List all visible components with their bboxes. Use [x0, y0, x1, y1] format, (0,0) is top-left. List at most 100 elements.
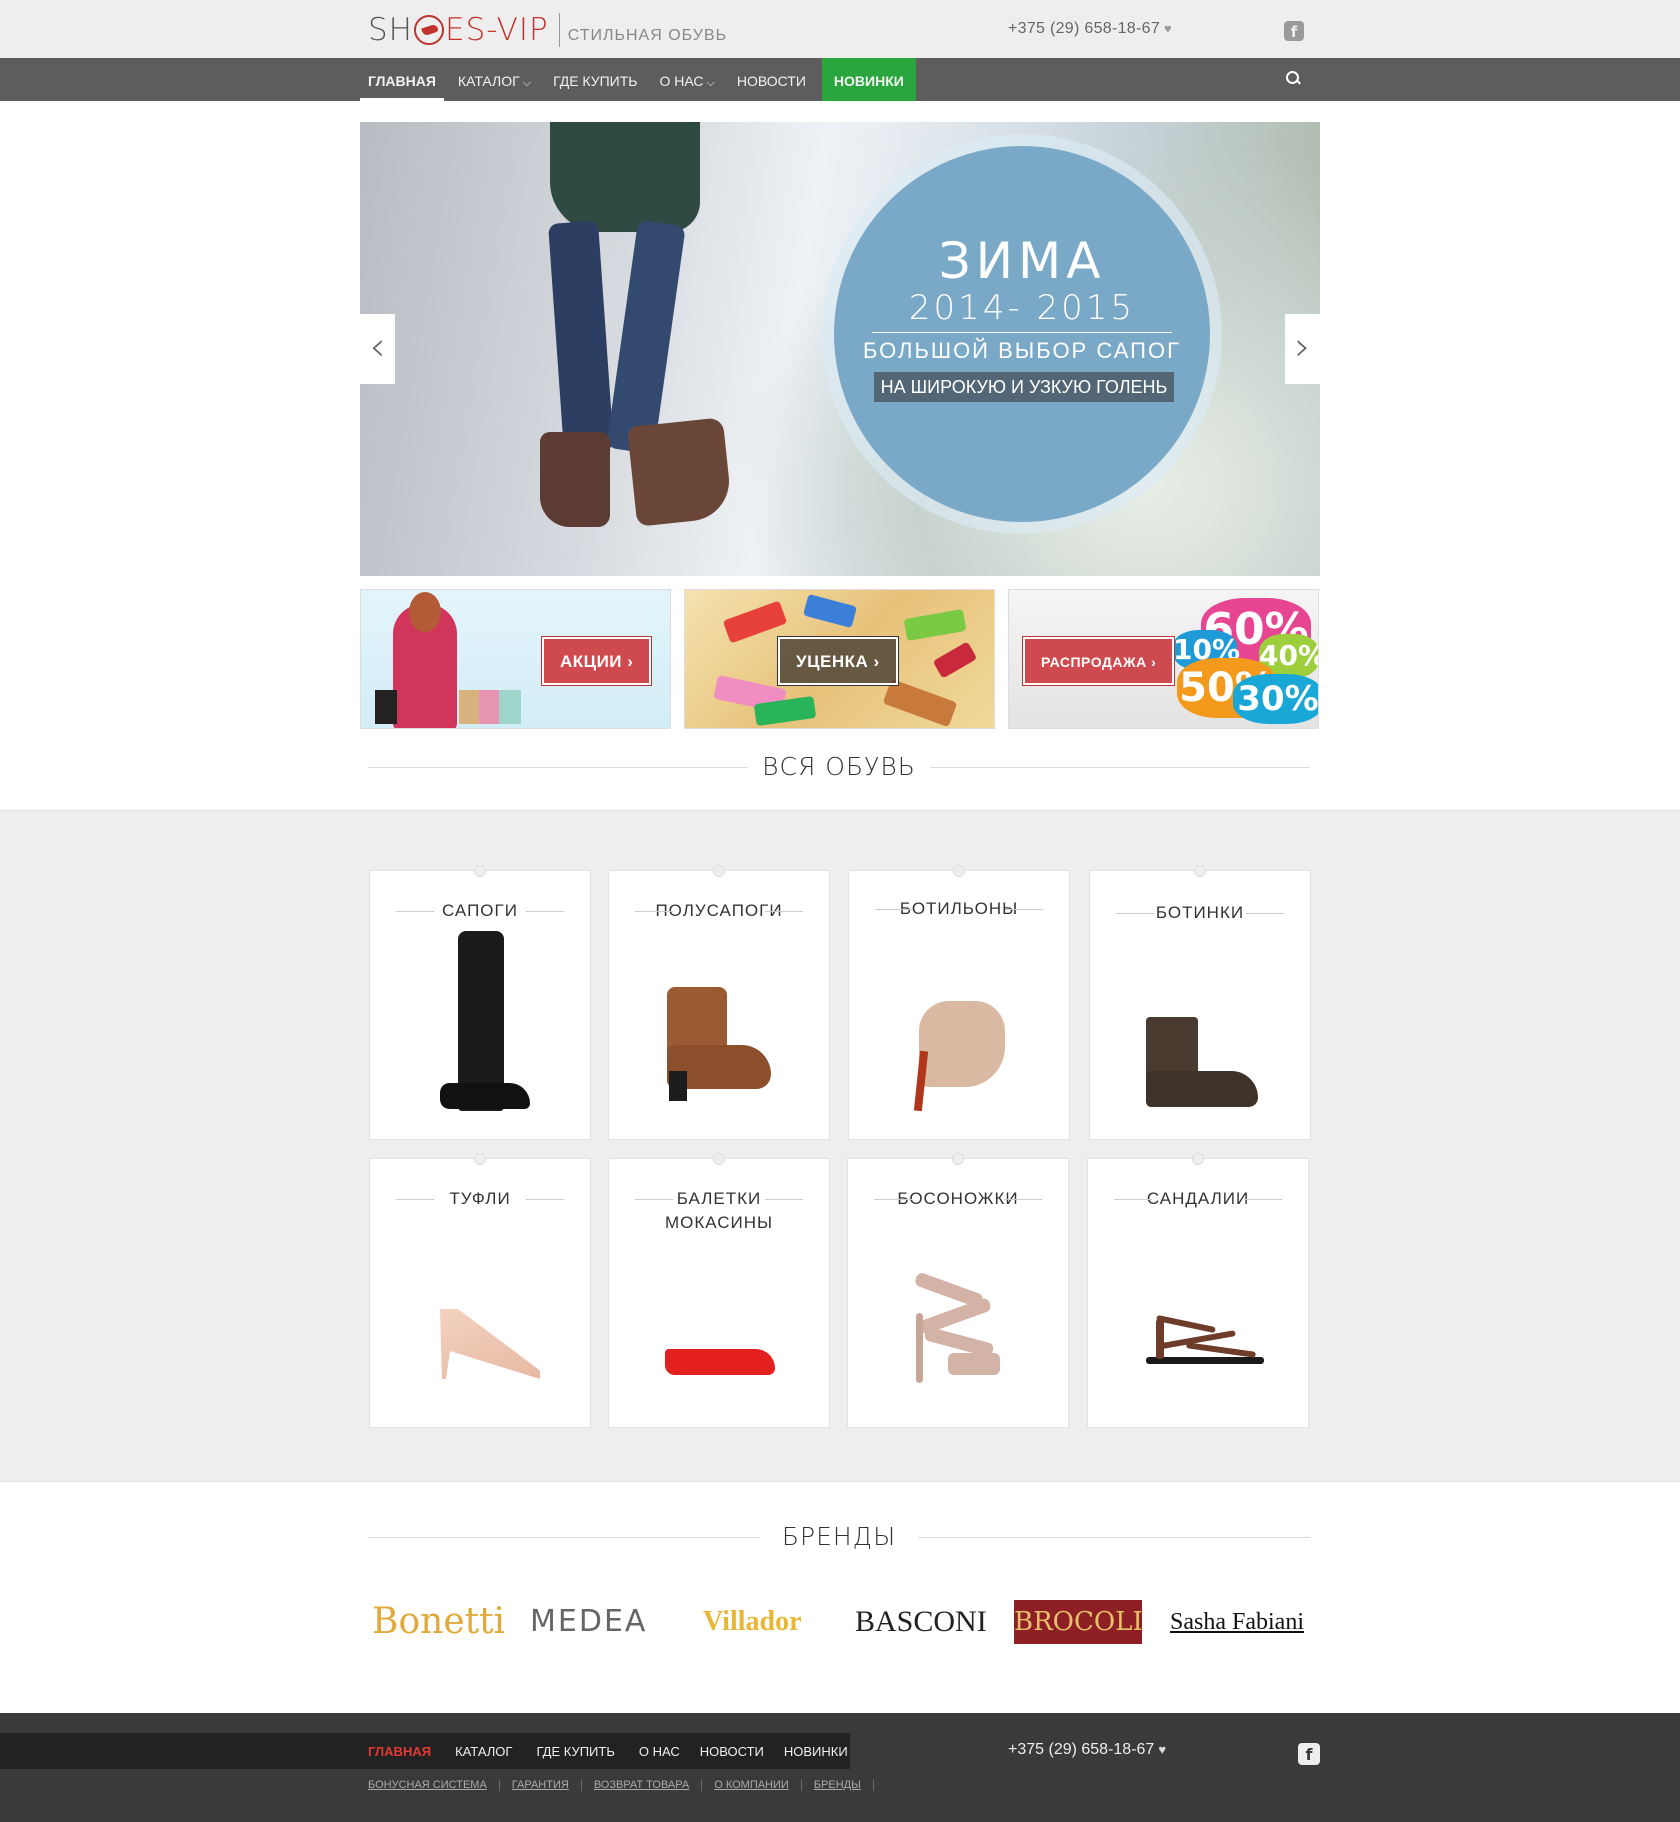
category-card-sandals[interactable]: САНДАЛИИ [1087, 1153, 1309, 1428]
header-phone[interactable]: +375 (29) 658-18-67 ♥ [1008, 20, 1172, 38]
shoe-image [932, 641, 978, 679]
card-pin [952, 1153, 964, 1165]
nav-item-about[interactable]: О НАС ⌵ [652, 58, 723, 101]
category-title: ПОЛУСАПОГИ [609, 899, 829, 923]
category-card-lace-up-boots[interactable]: БОТИНКИ [1089, 865, 1311, 1140]
hero-subtitle: БОЛЬШОЙ ВЫБОР САПОГ [862, 338, 1182, 363]
card-pin [1192, 1153, 1204, 1165]
promo-banner-clearance[interactable]: 60% 40% 10% 50% 30% РАСПРОДАЖА › [1008, 589, 1319, 729]
link-divider [872, 1779, 874, 1791]
category-title: БОТИЛЬОНЫ [849, 897, 1069, 921]
main-nav-bar: ГЛАВНАЯ КАТАЛОГ ⌵ ГДЕ КУПИТЬ О НАС ⌵ НОВОС… [0, 58, 1680, 101]
heeled-sandal-image [904, 1271, 1002, 1383]
category-title: ТУФЛИ [370, 1187, 590, 1211]
category-title: БОСОНОЖКИ [848, 1187, 1068, 1211]
footer-nav-catalog[interactable]: КАТАЛОГ [455, 1744, 512, 1759]
promo-clearance-button[interactable]: РАСПРОДАЖА › [1021, 636, 1176, 686]
nav-item-news[interactable]: НОВОСТИ [729, 58, 814, 101]
footer-sub-nav: БОНУСНАЯ СИСТЕМА ГАРАНТИЯ ВОЗВРАТ ТОВАРА… [368, 1779, 886, 1791]
heart-icon: ♥ [1164, 21, 1173, 36]
facebook-icon[interactable]: f [1284, 21, 1304, 41]
footer-link-returns[interactable]: ВОЗВРАТ ТОВАРА [594, 1779, 689, 1791]
chevron-down-icon: ⌵ [522, 77, 532, 89]
shopping-bag-image [479, 690, 501, 724]
footer-nav-about[interactable]: О НАС [639, 1744, 680, 1759]
footer-nav-home[interactable]: ГЛАВНАЯ [368, 1744, 431, 1759]
footer: ГЛАВНАЯ КАТАЛОГ ГДЕ КУПИТЬ О НАС НОВОСТИ… [0, 1713, 1680, 1822]
pump-image [440, 1309, 540, 1379]
hero-boot-image [540, 432, 610, 527]
shopping-bag-image [499, 690, 521, 724]
category-card-flats[interactable]: БАЛЕТКИ МОКАСИНЫ [608, 1153, 830, 1428]
nav-item-catalog-label: КАТАЛОГ [457, 73, 520, 89]
brand-logo-sasha-fabiani[interactable]: Sasha Fabiani [1170, 1600, 1304, 1644]
brand-logo-villador[interactable]: Villador [703, 1600, 802, 1644]
slider-prev-button[interactable]: ‹ [360, 314, 395, 384]
shopping-bag-image [375, 690, 397, 724]
brand-logo-basconi[interactable]: BASCONI [855, 1600, 987, 1644]
hero-boot-image [627, 417, 733, 527]
card-pin [1194, 865, 1206, 877]
brand-logo-medea[interactable]: MEDEA [530, 1600, 647, 1644]
nav-item-home[interactable]: ГЛАВНАЯ [360, 58, 444, 101]
promo-sales-button[interactable]: АКЦИИ › [540, 636, 653, 686]
hero-divider [872, 332, 1172, 333]
logo-text-right: ES-VIP [445, 12, 549, 48]
ankle-boot-image [669, 1071, 687, 1101]
category-card-heeled-sandals[interactable]: БОСОНОЖКИ [847, 1153, 1069, 1428]
footer-link-warranty[interactable]: ГАРАНТИЯ [512, 1779, 569, 1791]
hero-coat-image [550, 122, 700, 232]
hero-leg-image [548, 220, 614, 454]
slider-next-button[interactable]: › [1285, 314, 1320, 384]
tall-boot-image [440, 1083, 530, 1109]
nav-item-where-to-buy[interactable]: ГДЕ КУПИТЬ [545, 58, 645, 101]
nav-item-catalog[interactable]: КАТАЛОГ ⌵ [450, 58, 539, 101]
category-title: БАЛЕТКИ МОКАСИНЫ [609, 1187, 829, 1235]
all-shoes-heading: ВСЯ ОБУВЬ [368, 752, 1310, 782]
brand-logo-brocoli[interactable]: BROCOLI [1014, 1600, 1143, 1644]
category-card-pumps[interactable]: ТУФЛИ [369, 1153, 591, 1428]
card-pin [713, 865, 725, 877]
chevron-down-icon: ⌵ [706, 77, 715, 89]
footer-phone-number[interactable]: +375 (29) 658-18-67 [1008, 1741, 1154, 1758]
brand-logo-bonetti[interactable]: Bonetti [372, 1600, 505, 1644]
hero-circle [834, 146, 1210, 522]
link-divider [580, 1779, 582, 1791]
shoe-image [903, 608, 967, 642]
site-logo[interactable]: SH ES-VIP СТИЛЬНАЯ ОБУВЬ [368, 10, 727, 50]
footer-phone[interactable]: +375 (29) 658-18-67 ♥ [1008, 1741, 1166, 1759]
nav-item-about-label: О НАС [659, 73, 704, 89]
category-card-ankle-boots[interactable]: ПОЛУСАПОГИ [608, 865, 830, 1140]
brands-heading: БРЕНДЫ [368, 1522, 1310, 1552]
card-pin [474, 1153, 486, 1165]
footer-nav-where-to-buy[interactable]: ГДЕ КУПИТЬ [536, 1744, 614, 1759]
hero-slider[interactable]: ЗИМА 2014- 2015 БОЛЬШОЙ ВЫБОР САПОГ НА Ш… [360, 122, 1320, 576]
category-card-booties[interactable]: БОТИЛЬОНЫ [848, 865, 1070, 1140]
shoe-image [803, 593, 857, 629]
search-icon[interactable] [1286, 71, 1300, 85]
promo-banner-markdown[interactable]: УЦЕНКА › [684, 589, 995, 729]
heart-icon: ♥ [1158, 1742, 1167, 1757]
facebook-icon[interactable]: f [1298, 1743, 1320, 1765]
categories-section [0, 810, 1680, 1482]
header-phone-number[interactable]: +375 (29) 658-18-67 [1008, 20, 1160, 37]
category-title: САПОГИ [370, 899, 590, 923]
logo-text-left: SH [368, 12, 413, 48]
category-card-boots[interactable]: САПОГИ [369, 865, 591, 1140]
top-bar: SH ES-VIP СТИЛЬНАЯ ОБУВЬ +375 (29) 658-1… [0, 0, 1680, 58]
footer-link-bonus[interactable]: БОНУСНАЯ СИСТЕМА [368, 1779, 487, 1791]
promo-banner-sales[interactable]: АКЦИИ › [360, 589, 671, 729]
shopping-bag-image [459, 690, 481, 724]
hero-years: 2014- 2015 [908, 288, 1136, 328]
footer-nav-news[interactable]: НОВОСТИ [700, 1744, 764, 1759]
footer-link-company[interactable]: О КОМПАНИИ [714, 1779, 789, 1791]
nav-item-new-arrivals[interactable]: НОВИНКИ [821, 58, 916, 101]
footer-nav-new-arrivals[interactable]: НОВИНКИ [784, 1744, 848, 1759]
link-divider [800, 1779, 802, 1791]
footer-link-brands[interactable]: БРЕНДЫ [814, 1779, 861, 1791]
card-pin [953, 865, 965, 877]
link-divider [498, 1779, 500, 1791]
promo-markdown-button[interactable]: УЦЕНКА › [777, 636, 899, 686]
all-shoes-title: ВСЯ ОБУВЬ [762, 752, 916, 781]
logo-tagline: СТИЛЬНАЯ ОБУВЬ [567, 27, 728, 44]
